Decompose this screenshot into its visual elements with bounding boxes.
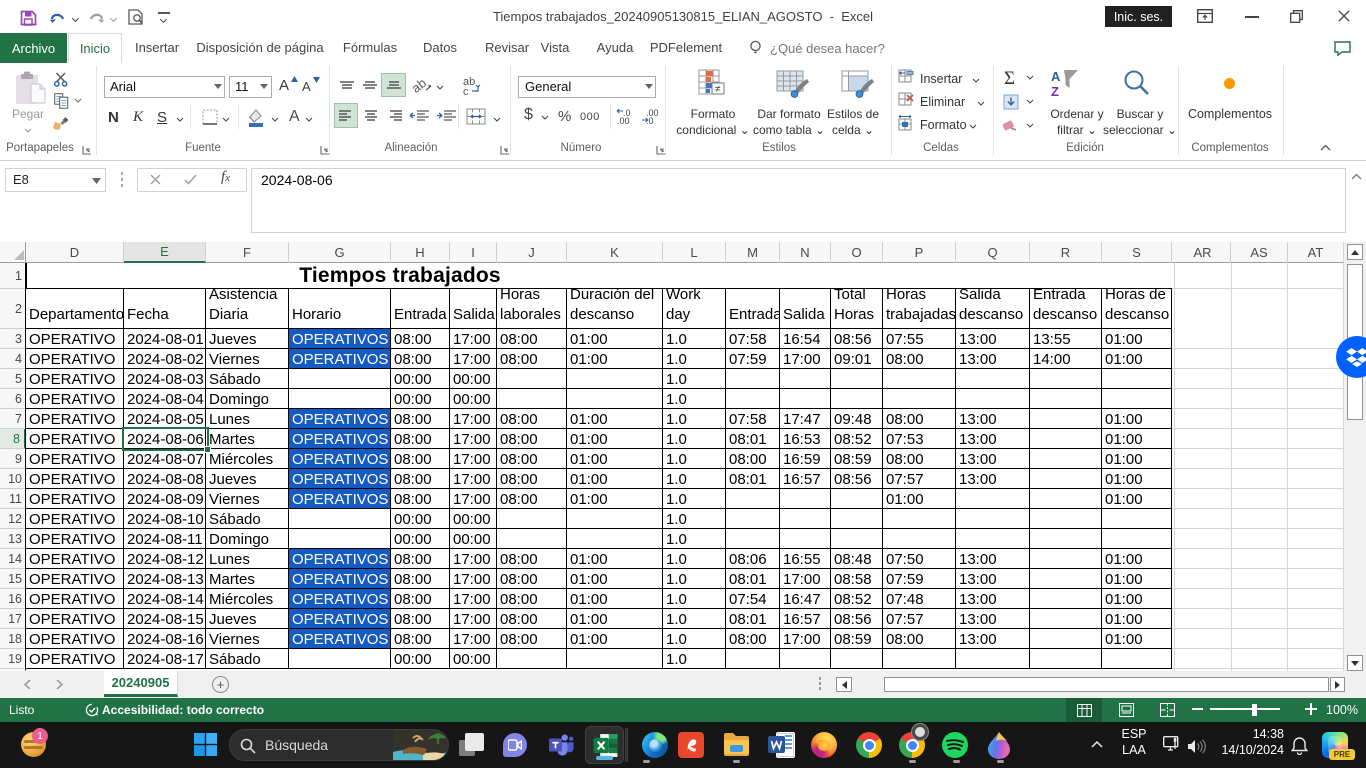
svg-text:.00: .00 — [617, 116, 630, 125]
svg-text:Z: Z — [1051, 84, 1059, 99]
svg-text:≠: ≠ — [715, 84, 721, 95]
svg-text:c: c — [463, 86, 469, 95]
svg-text:A: A — [1051, 69, 1061, 84]
svg-text:ab: ab — [412, 78, 429, 94]
